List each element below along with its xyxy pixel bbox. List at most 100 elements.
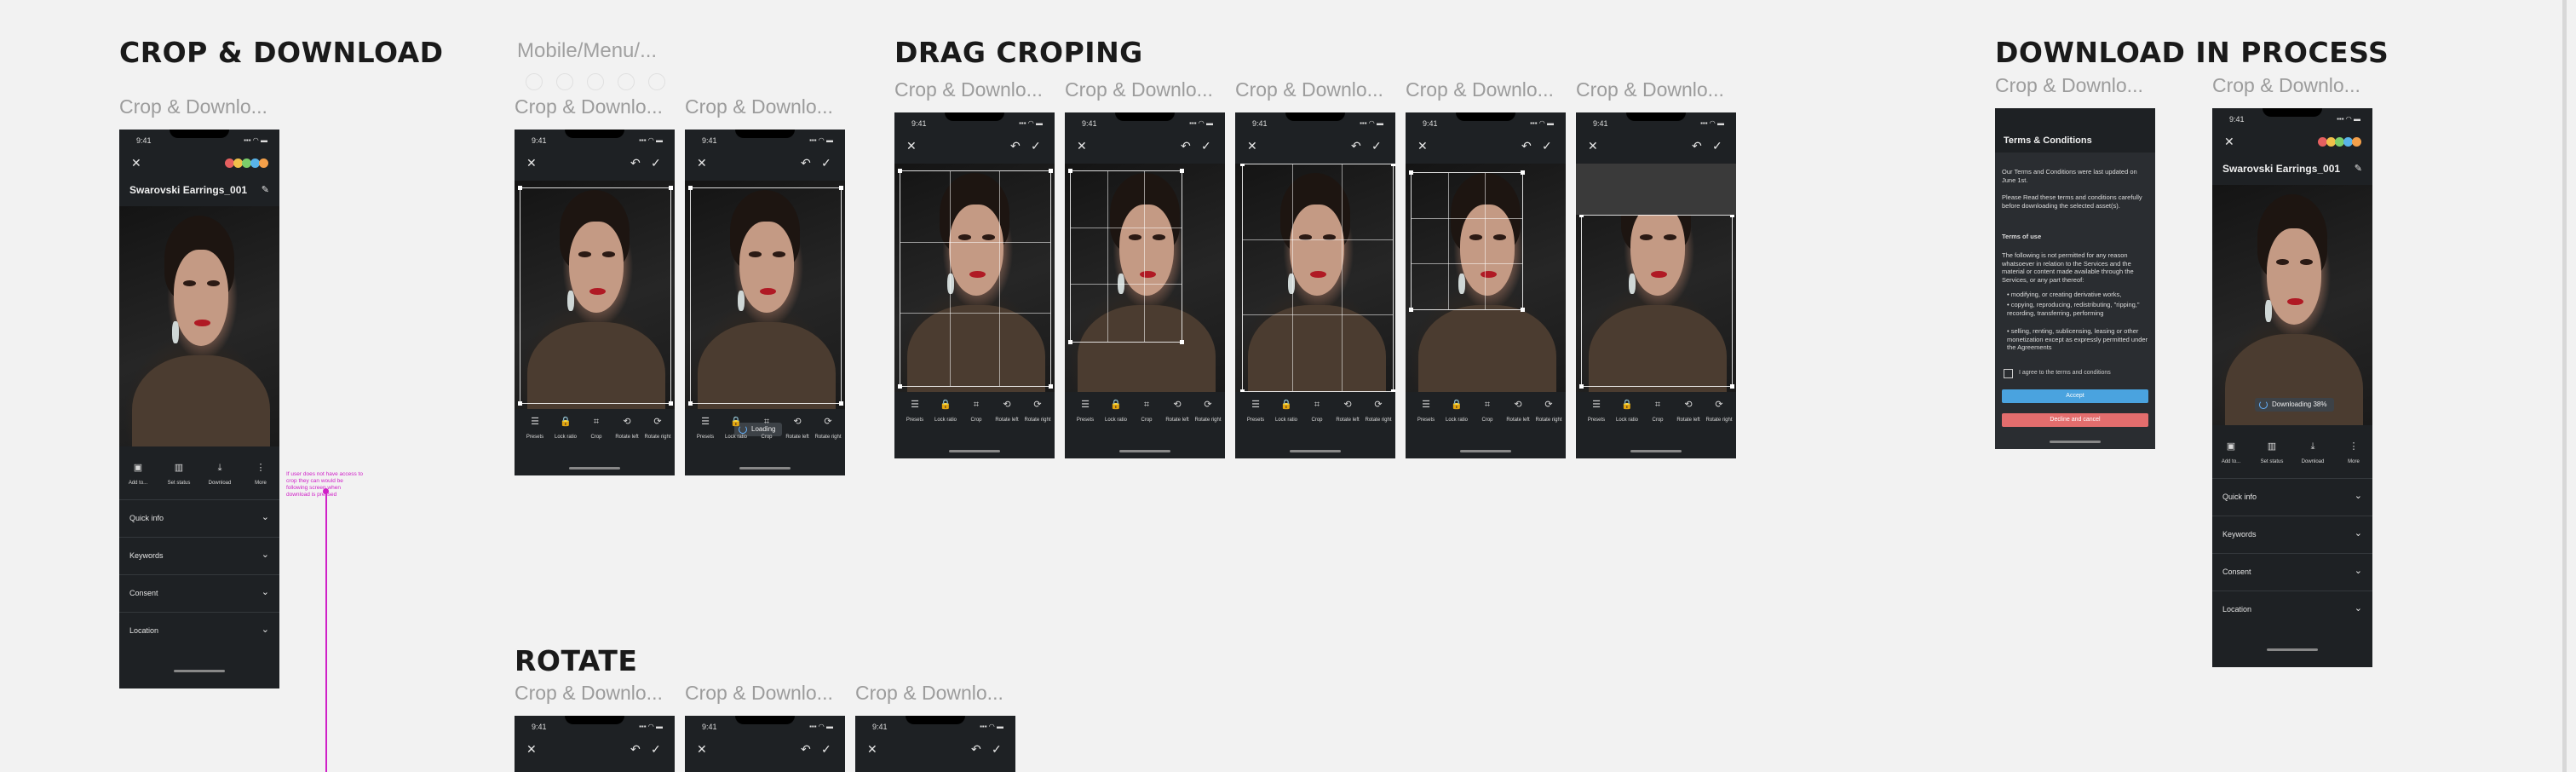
crop-tool-button[interactable]: ⟲ Rotate left [610,416,644,440]
crop-tool-button[interactable]: ⟲ Rotate left [1501,399,1535,423]
undo-icon[interactable]: ↶ [971,743,981,755]
crop-corner-handle[interactable] [669,401,673,406]
accordion-keywords[interactable]: Keywords ⌄ [119,537,279,575]
set-status-button[interactable]: ▥ Set status [162,462,196,486]
close-icon[interactable]: ✕ [1247,140,1257,152]
decline-cancel-button[interactable]: Decline and cancel [2002,413,2148,427]
edit-icon[interactable]: ✎ [2355,163,2362,175]
close-icon[interactable]: ✕ [2224,135,2234,147]
accordion-location[interactable]: Location ⌄ [2212,591,2372,629]
confirm-check-icon[interactable]: ✓ [651,157,661,169]
accordion-quick-info[interactable]: Quick info ⌄ [2212,478,2372,516]
crop-tool-button[interactable]: ⟳ Rotate right [1702,399,1736,423]
accept-button[interactable]: Accept [2002,389,2148,403]
crop-corner-handle[interactable] [518,401,522,406]
crop-tool-button[interactable]: ⟳ Rotate right [1021,399,1055,423]
undo-icon[interactable]: ↶ [801,157,811,169]
crop-corner-handle[interactable] [1180,169,1184,173]
accordion-consent[interactable]: Consent ⌄ [2212,553,2372,591]
crop-tool-button[interactable]: 🔒 Lock ratio [1440,399,1474,423]
crop-tool-button[interactable]: ⟲ Rotate left [1671,399,1705,423]
set-status-button[interactable]: ▥ Set status [2255,441,2289,464]
crop-tool-button[interactable]: ⌗ Crop [1641,399,1675,423]
confirm-check-icon[interactable]: ✓ [651,743,661,755]
confirm-check-icon[interactable]: ✓ [821,743,831,755]
add-to-button[interactable]: ▣ Add to... [121,462,155,486]
crop-frame[interactable] [898,169,1053,389]
crop-tool-button[interactable]: ☰ Presets [1068,399,1102,423]
crop-corner-handle[interactable] [1240,389,1245,392]
crop-tool-button[interactable]: ☰ Presets [898,399,932,423]
crop-corner-handle[interactable] [1068,169,1072,173]
crop-tool-button[interactable]: 🔒 Lock ratio [549,416,583,440]
undo-icon[interactable]: ↶ [1351,140,1361,152]
accordion-keywords[interactable]: Keywords ⌄ [2212,516,2372,554]
crop-tool-button[interactable]: ⟳ Rotate right [1361,399,1395,423]
crop-tool-button[interactable]: ⟲ Rotate left [990,399,1024,423]
crop-tool-button[interactable]: ☰ Presets [1409,399,1443,423]
crop-tool-button[interactable]: ⌗ Crop [959,399,993,423]
crop-tool-button[interactable]: ⟳ Rotate right [1532,399,1566,423]
accordion-consent[interactable]: Consent ⌄ [119,574,279,613]
canvas-scrollbar[interactable] [2562,0,2567,772]
crop-tool-button[interactable]: ⟳ Rotate right [811,416,845,440]
crop-frame[interactable] [688,186,843,406]
crop-tool-button[interactable]: ⌗ Crop [750,416,784,440]
close-icon[interactable]: ✕ [906,140,917,152]
crop-tool-button[interactable]: ⟲ Rotate left [1331,399,1365,423]
close-icon[interactable]: ✕ [697,157,707,169]
confirm-check-icon[interactable]: ✓ [992,743,1002,755]
crop-corner-handle[interactable] [518,186,522,190]
crop-tool-button[interactable]: ⌗ Crop [579,416,613,440]
undo-icon[interactable]: ↶ [1010,140,1021,152]
close-icon[interactable]: ✕ [1588,140,1598,152]
crop-tool-button[interactable]: ⌗ Crop [1470,399,1504,423]
close-icon[interactable]: ✕ [867,743,877,755]
crop-tool-button[interactable]: ⌗ Crop [1300,399,1334,423]
undo-icon[interactable]: ↶ [630,157,641,169]
color-label-orange[interactable] [259,158,268,168]
crop-corner-handle[interactable] [1579,384,1584,389]
close-icon[interactable]: ✕ [131,157,141,169]
crop-frame[interactable] [518,186,673,406]
crop-corner-handle[interactable] [839,186,843,190]
crop-corner-handle[interactable] [1391,164,1395,166]
crop-tool-button[interactable]: ☰ Presets [688,416,722,440]
confirm-check-icon[interactable]: ✓ [1712,140,1722,152]
close-icon[interactable]: ✕ [1417,140,1428,152]
download-button[interactable]: ⤓ Download [203,462,237,486]
confirm-check-icon[interactable]: ✓ [1031,140,1041,152]
undo-icon[interactable]: ↶ [1521,140,1532,152]
crop-corner-handle[interactable] [1391,389,1395,392]
crop-frame[interactable] [1068,169,1184,344]
confirm-check-icon[interactable]: ✓ [1371,140,1382,152]
close-icon[interactable]: ✕ [526,157,537,169]
crop-tool-button[interactable]: ⟲ Rotate left [1160,399,1194,423]
crop-corner-handle[interactable] [1180,340,1184,344]
crop-tool-button[interactable]: ☰ Presets [1239,399,1273,423]
crop-tool-button[interactable]: 🔒 Lock ratio [929,399,963,423]
confirm-check-icon[interactable]: ✓ [821,157,831,169]
crop-tool-button[interactable]: 🔒 Lock ratio [1610,399,1644,423]
crop-frame[interactable] [1409,170,1525,312]
undo-icon[interactable]: ↶ [630,743,641,755]
crop-corner-handle[interactable] [688,186,693,190]
crop-corner-handle[interactable] [1730,384,1734,389]
crop-tool-button[interactable]: ⟲ Rotate left [780,416,814,440]
crop-frame[interactable] [1240,164,1395,392]
color-label-orange[interactable] [2352,137,2361,147]
crop-corner-handle[interactable] [1521,170,1525,175]
crop-corner-handle[interactable] [898,169,902,173]
crop-corner-handle[interactable] [688,401,693,406]
more-button[interactable]: ⋮ More [2337,441,2371,464]
terms-checkbox[interactable] [2004,369,2013,378]
crop-tool-button[interactable]: 🔒 Lock ratio [1269,399,1303,423]
crop-tool-button[interactable]: ⟳ Rotate right [641,416,675,440]
download-button[interactable]: ⤓ Download [2296,441,2330,464]
crop-corner-handle[interactable] [669,186,673,190]
crop-tool-button[interactable]: ⟳ Rotate right [1191,399,1225,423]
crop-tool-button[interactable]: ☰ Presets [1579,399,1613,423]
undo-icon[interactable]: ↶ [1181,140,1191,152]
add-to-button[interactable]: ▣ Add to... [2214,441,2248,464]
crop-corner-handle[interactable] [898,384,902,389]
